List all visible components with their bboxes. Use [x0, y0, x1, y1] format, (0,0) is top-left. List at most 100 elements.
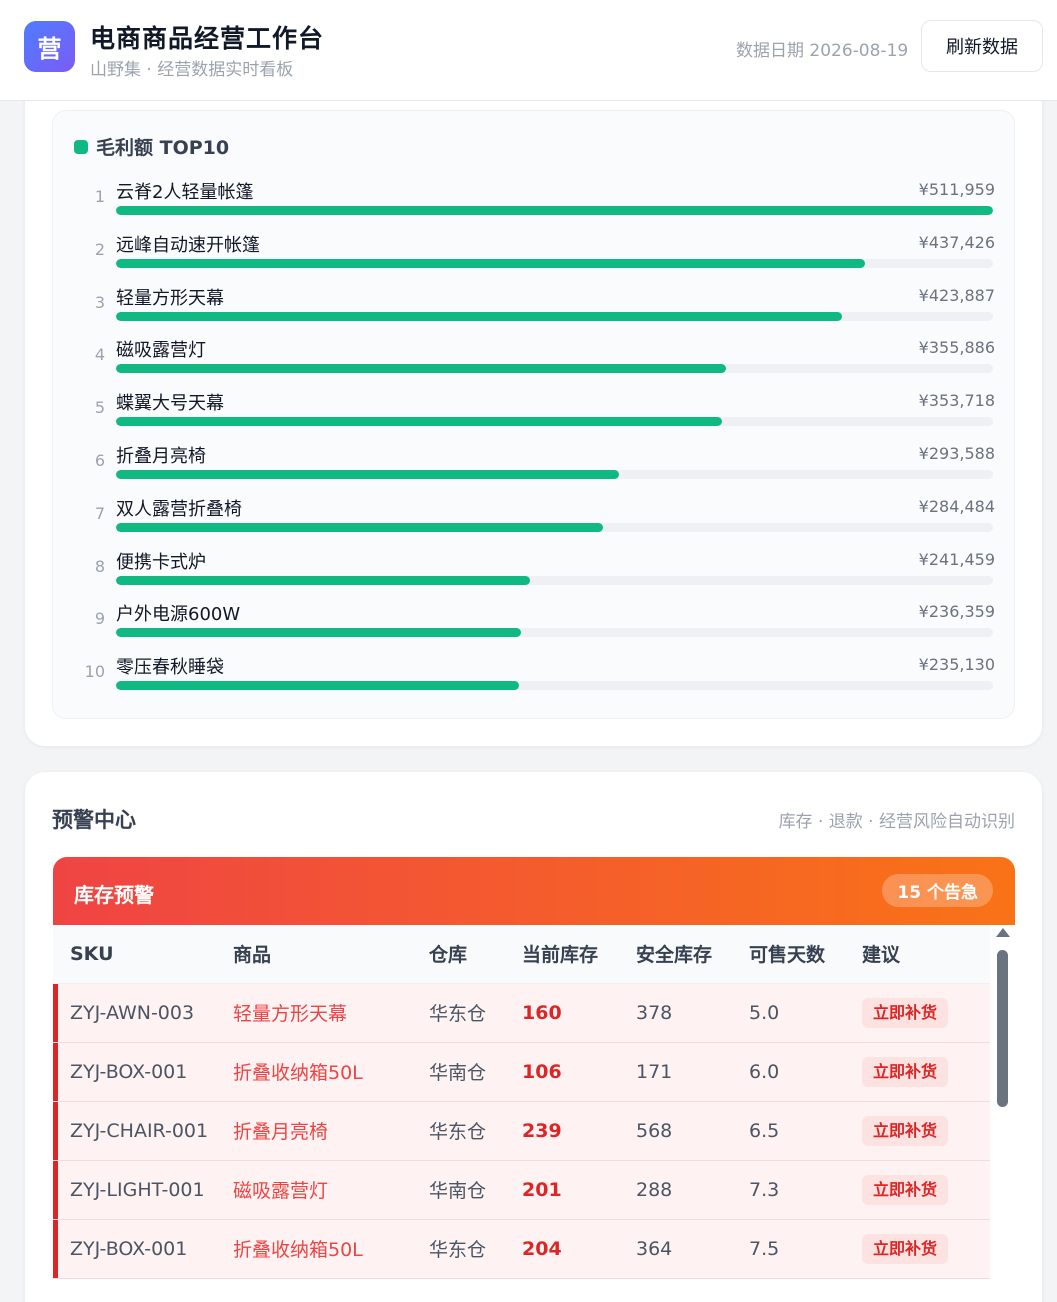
cell-sku: ZYJ-LIGHT-001: [53, 1160, 233, 1220]
top10-title: 毛利额 TOP10: [74, 133, 229, 160]
cell-product[interactable]: 磁吸露营灯: [233, 1160, 429, 1220]
progress-track: [116, 364, 993, 374]
gross-profit-value: ¥293,588: [918, 444, 995, 463]
cell-safe-stock: 568: [636, 1101, 749, 1161]
progress-fill: [116, 681, 519, 691]
progress-fill: [116, 206, 993, 215]
table-row[interactable]: ZYJ-BOX-001 折叠收纳箱50L 华南仓 106 171 6.0 立即补货: [53, 1042, 990, 1102]
gross-profit-value: ¥236,359: [918, 602, 995, 622]
dot-icon: [74, 139, 88, 154]
alert-center-card: 预警中心 库存 · 退款 · 经营风险自动识别 库存预警 15 个告急 SKU …: [25, 772, 1042, 1302]
app-title: 电商商品经营工作台: [90, 24, 325, 53]
gross-profit-value: ¥353,718: [918, 391, 995, 411]
ranking-item: 7 双人露营折叠椅 ¥284,484: [53, 492, 1016, 545]
cell-sku: ZYJ-AWN-003: [53, 983, 233, 1043]
ranking-item: 6 折叠月亮椅 ¥293,588: [53, 439, 1016, 492]
table-row[interactable]: ZYJ-AWN-003 轻量方形天幕 华东仓 160 378 5.0 立即补货: [53, 983, 990, 1043]
stock-alert-badge: 15 个告急: [882, 874, 993, 907]
alert-center-subtitle: 库存 · 退款 · 经营风险自动识别: [778, 812, 1015, 832]
rank-number: 10: [84, 662, 105, 682]
cell-warehouse: 华东仓: [429, 1101, 522, 1161]
table-row[interactable]: ZYJ-CHAIR-001 折叠月亮椅 华东仓 239 568 6.5 立即补货: [53, 1101, 990, 1161]
restock-button[interactable]: 立即补货: [862, 1056, 949, 1087]
rank-number: 6: [94, 451, 105, 470]
table-scrollbar[interactable]: [994, 925, 1015, 1302]
stock-table-wrap: SKU 商品 仓库 当前库存 安全库存 可售天数 建议 ZYJ-AWN-003 轻…: [53, 925, 1015, 1302]
stock-alert-title: 库存预警: [74, 883, 154, 907]
cell-action: 立即补货: [862, 1160, 990, 1220]
column-header-product[interactable]: 商品: [233, 925, 429, 984]
table-row[interactable]: ZYJ-BOX-001 折叠收纳箱50L 华东仓 204 364 7.5 立即补货: [53, 1219, 990, 1279]
gross-profit-value: ¥284,484: [918, 496, 995, 516]
gross-profit-value: ¥423,887: [918, 285, 995, 305]
data-date: 数据日期 2026-08-19: [736, 41, 909, 61]
cell-warehouse: 华南仓: [429, 1160, 522, 1220]
progress-fill: [116, 575, 530, 585]
cell-current-stock: 201: [522, 1160, 636, 1220]
rank-number: 5: [94, 398, 105, 418]
rank-number: 8: [94, 556, 105, 576]
cell-current-stock: 160: [522, 983, 636, 1043]
product-name: 蝶翼大号天幕: [116, 393, 224, 415]
restock-button[interactable]: 立即补货: [862, 1115, 949, 1146]
restock-button[interactable]: 立即补货: [862, 1174, 949, 1205]
column-header-action[interactable]: 建议: [862, 925, 990, 984]
scroll-up-arrow-icon[interactable]: [996, 928, 1010, 937]
ranking-item: 1 云脊2人轻量帐篷 ¥511,959: [53, 175, 1016, 228]
progress-track: [116, 522, 993, 532]
progress-fill: [116, 417, 722, 427]
cell-product[interactable]: 折叠收纳箱50L: [233, 1042, 429, 1102]
table-row[interactable]: ZYJ-LIGHT-001 磁吸露营灯 华南仓 201 288 7.3 立即补货: [53, 1160, 990, 1220]
cell-action: 立即补货: [862, 983, 990, 1043]
column-header-current-stock[interactable]: 当前库存: [522, 925, 636, 984]
table-header-row: SKU 商品 仓库 当前库存 安全库存 可售天数 建议: [53, 925, 990, 984]
rank-number: 7: [94, 503, 105, 523]
column-header-days[interactable]: 可售天数: [749, 925, 862, 984]
rank-number: 3: [94, 292, 105, 312]
cell-sku: ZYJ-CHAIR-001: [53, 1101, 233, 1161]
top10-title-text: 毛利额 TOP10: [96, 137, 230, 159]
product-name: 远峰自动速开帐篷: [116, 234, 260, 256]
progress-track: [116, 681, 993, 691]
cell-current-stock: 106: [522, 1042, 636, 1102]
rank-number: 9: [94, 609, 105, 629]
cell-warehouse: 华东仓: [429, 1219, 522, 1279]
progress-track: [116, 311, 993, 321]
app-logo: 营: [24, 21, 75, 72]
cell-action: 立即补货: [862, 1101, 990, 1161]
column-header-sku[interactable]: SKU: [53, 925, 233, 984]
ranking-item: 9 户外电源600W ¥236,359: [53, 597, 1016, 650]
stock-alert-header: 库存预警 15 个告急: [53, 857, 1015, 925]
ranking-item: 5 蝶翼大号天幕 ¥353,718: [53, 386, 1016, 439]
progress-track: [116, 258, 993, 268]
progress-track: [116, 417, 993, 427]
progress-fill: [116, 364, 726, 374]
gross-profit-value: ¥241,459: [918, 549, 995, 569]
rank-number: 1: [94, 187, 105, 206]
ranking-item: 10 零压春秋睡袋 ¥235,130: [53, 650, 1016, 703]
column-header-safe-stock[interactable]: 安全库存: [636, 925, 749, 984]
cell-current-stock: 239: [522, 1101, 636, 1161]
top10-card: 毛利额 TOP10 1 云脊2人轻量帐篷 ¥511,959 2 远峰自动速开帐篷 ¥437…: [25, 60, 1042, 746]
cell-warehouse: 华东仓: [429, 983, 522, 1043]
cell-safe-stock: 171: [636, 1042, 749, 1102]
progress-fill: [116, 522, 604, 532]
progress-track: [116, 206, 993, 215]
app-subtitle: 山野集 · 经营数据实时看板: [90, 60, 294, 80]
refresh-button[interactable]: 刷新数据: [921, 20, 1043, 72]
cell-product[interactable]: 折叠月亮椅: [233, 1101, 429, 1161]
restock-button[interactable]: 立即补货: [862, 1233, 949, 1264]
restock-button[interactable]: 立即补货: [862, 997, 949, 1028]
cell-product[interactable]: 折叠收纳箱50L: [233, 1219, 429, 1279]
rank-number: 2: [94, 239, 105, 259]
progress-track: [116, 575, 993, 585]
cell-days: 6.5: [749, 1101, 862, 1161]
product-name: 零压春秋睡袋: [116, 657, 224, 679]
product-name: 户外电源600W: [116, 604, 241, 626]
cell-product[interactable]: 轻量方形天幕: [233, 983, 429, 1043]
cell-action: 立即补货: [862, 1219, 990, 1279]
gross-profit-value: ¥355,886: [918, 338, 995, 358]
cell-safe-stock: 378: [636, 983, 749, 1043]
scroll-thumb[interactable]: [997, 950, 1008, 1107]
column-header-warehouse[interactable]: 仓库: [429, 925, 522, 984]
